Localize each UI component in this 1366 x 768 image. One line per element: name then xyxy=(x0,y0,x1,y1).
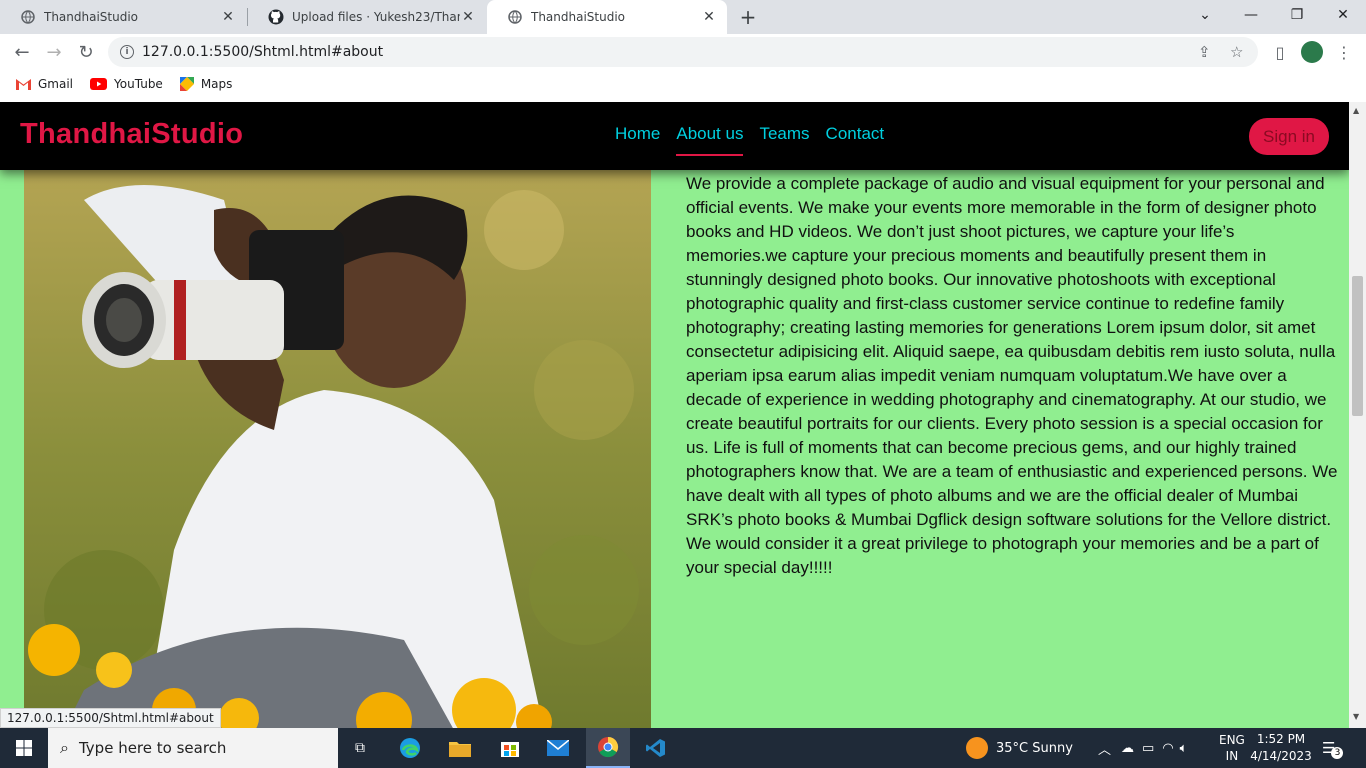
restore-icon[interactable]: ❐ xyxy=(1274,0,1320,30)
windows-taskbar: ⌕ Type here to search ⧉ 35°C Sunny ︿ ☁ ▭… xyxy=(0,728,1366,768)
tray-icons: ︿ ☁ ▭ ◠ 🔈︎ xyxy=(1098,728,1187,768)
status-url: 127.0.0.1:5500/Shtml.html#about xyxy=(0,708,221,728)
edge-icon[interactable] xyxy=(390,728,430,768)
battery-icon[interactable]: ▭ xyxy=(1142,741,1154,756)
sun-icon xyxy=(966,737,988,759)
mail-icon[interactable] xyxy=(538,728,578,768)
site-nav: Home About us Teams Contact xyxy=(615,124,900,156)
close-icon[interactable]: ✕ xyxy=(220,9,236,25)
site-info-icon[interactable]: i xyxy=(120,45,134,59)
close-icon[interactable]: ✕ xyxy=(701,9,717,25)
store-icon[interactable] xyxy=(490,728,530,768)
url-text: 127.0.0.1:5500/Shtml.html#about xyxy=(142,44,384,60)
new-tab-icon[interactable]: + xyxy=(736,5,760,29)
github-icon xyxy=(268,9,284,25)
vscode-icon[interactable] xyxy=(636,728,676,768)
chevron-up-icon[interactable]: ︿ xyxy=(1098,739,1111,758)
scroll-up-icon[interactable]: ▲ xyxy=(1353,106,1359,115)
wifi-icon[interactable]: ◠ xyxy=(1162,741,1173,756)
bookmark-youtube[interactable]: YouTube xyxy=(90,77,163,91)
file-explorer-icon[interactable] xyxy=(440,728,480,768)
globe-icon xyxy=(20,9,36,25)
volume-icon[interactable]: 🔈︎ xyxy=(1180,741,1188,756)
forward-icon[interactable]: → xyxy=(41,39,67,65)
sign-in-button[interactable]: Sign in xyxy=(1249,118,1329,155)
bookmark-gmail[interactable]: Gmail xyxy=(16,77,73,91)
avatar[interactable] xyxy=(1300,40,1324,64)
browser-toolbar: ← → ↻ i 127.0.0.1:5500/Shtml.html#about … xyxy=(0,34,1366,70)
side-panel-icon[interactable]: ▯ xyxy=(1268,40,1292,64)
gmail-icon xyxy=(16,78,31,90)
tab-title: ThandhaiStudio xyxy=(531,10,626,24)
weather-widget[interactable]: 35°C Sunny xyxy=(966,728,1073,768)
reload-icon[interactable]: ↻ xyxy=(73,39,99,65)
brand-logo[interactable]: ThandhaiStudio xyxy=(20,118,243,151)
maps-icon xyxy=(179,77,194,91)
scroll-down-icon[interactable]: ▼ xyxy=(1353,712,1359,721)
taskbar-search[interactable]: ⌕ Type here to search xyxy=(48,728,338,768)
task-view-icon[interactable]: ⧉ xyxy=(340,728,380,768)
globe-icon xyxy=(507,9,523,25)
clock[interactable]: 1:52 PM 4/14/2023 xyxy=(1250,728,1312,768)
page-viewport: ThandhaiStudio Home About us Teams Conta… xyxy=(0,102,1349,728)
nav-link-home[interactable]: Home xyxy=(615,124,660,156)
tab-title: ThandhaiStudio xyxy=(44,10,139,24)
browser-tab[interactable]: ThandhaiStudio ✕ xyxy=(0,0,246,34)
browser-tab[interactable]: Upload files · Yukesh23/Thandha ✕ xyxy=(248,0,486,34)
start-button[interactable] xyxy=(0,728,48,768)
chrome-icon[interactable] xyxy=(586,728,630,768)
nav-link-teams[interactable]: Teams xyxy=(759,124,809,156)
menu-icon[interactable]: ⋮ xyxy=(1332,40,1356,64)
scroll-thumb[interactable] xyxy=(1352,276,1363,416)
close-icon[interactable]: ✕ xyxy=(460,9,476,25)
bookmark-star-icon[interactable]: ☆ xyxy=(1230,37,1243,67)
language-indicator[interactable]: ENG IN xyxy=(1219,728,1245,768)
tab-title: Upload files · Yukesh23/Thandha xyxy=(292,10,460,24)
address-bar[interactable]: i 127.0.0.1:5500/Shtml.html#about ⇪ ☆ xyxy=(108,37,1258,67)
page-scrollbar[interactable]: ▲ ▼ xyxy=(1349,102,1366,728)
tab-strip: ThandhaiStudio ✕ Upload files · Yukesh23… xyxy=(0,0,1366,34)
share-icon[interactable]: ⇪ xyxy=(1198,37,1211,67)
browser-tab-active[interactable]: ThandhaiStudio ✕ xyxy=(487,0,727,34)
youtube-icon xyxy=(90,78,108,90)
minimize-icon[interactable]: — xyxy=(1228,0,1274,30)
search-icon: ⌕ xyxy=(60,738,69,757)
nav-link-contact[interactable]: Contact xyxy=(826,124,885,156)
about-photo xyxy=(24,170,651,728)
cloud-icon[interactable]: ☁ xyxy=(1121,741,1134,756)
about-paragraph: We provide a complete package of audio a… xyxy=(686,174,1338,577)
bookmarks-bar: Gmail YouTube Maps xyxy=(0,70,1366,98)
notification-icon[interactable]: ☰ 3 xyxy=(1322,728,1344,768)
back-icon[interactable]: ← xyxy=(9,39,35,65)
nav-link-about[interactable]: About us xyxy=(676,124,744,156)
window-close-icon[interactable]: ✕ xyxy=(1320,0,1366,30)
site-header: ThandhaiStudio Home About us Teams Conta… xyxy=(0,102,1349,170)
tab-search-icon[interactable]: ⌄ xyxy=(1182,0,1228,30)
bookmark-maps[interactable]: Maps xyxy=(179,77,232,91)
